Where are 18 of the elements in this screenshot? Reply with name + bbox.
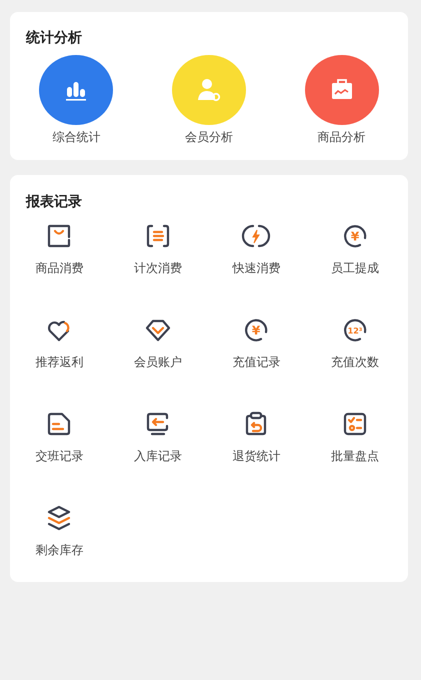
menu-label[interactable]: 快速消费 — [232, 260, 280, 277]
menu-label[interactable]: 综合统计 — [52, 129, 100, 146]
menu-label[interactable]: 批量盘点 — [330, 448, 379, 465]
menu-label[interactable]: 剩余库存 — [35, 542, 84, 559]
menu-label[interactable]: 交班记录 — [35, 448, 84, 465]
menu-label[interactable]: 推荐返利 — [35, 354, 84, 371]
section-title: 统计分析 — [26, 29, 82, 47]
menu-label[interactable]: 商品消费 — [35, 260, 84, 277]
menu-label[interactable]: 会员账户 — [134, 354, 182, 371]
menu-label[interactable]: 计次消费 — [134, 260, 182, 277]
menu-label[interactable]: 退货统计 — [232, 448, 280, 465]
section-title: 报表记录 — [26, 193, 82, 211]
menu-label[interactable]: 充值次数 — [330, 354, 379, 371]
menu-label[interactable]: 员工提成 — [330, 260, 379, 277]
menu-label[interactable]: 入库记录 — [134, 448, 182, 465]
menu-label[interactable]: 会员分析 — [184, 129, 233, 146]
menu-label[interactable]: 充值记录 — [232, 354, 280, 371]
menu-label[interactable]: 商品分析 — [318, 129, 366, 146]
